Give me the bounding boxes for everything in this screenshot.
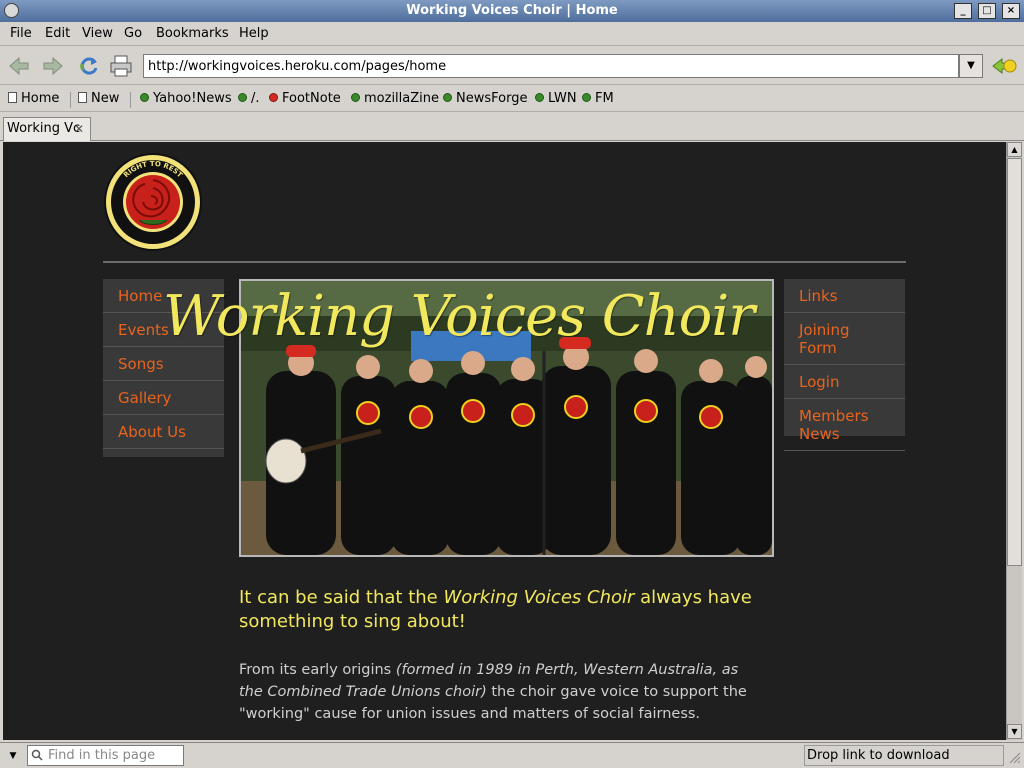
choir-rose-logo[interactable]: RIGHT TO REST xyxy=(103,152,203,252)
scroll-thumb[interactable] xyxy=(1007,158,1022,566)
back-arrow-icon[interactable] xyxy=(6,53,32,79)
page-icon xyxy=(8,92,17,103)
tab-label: Working Vc xyxy=(7,121,81,136)
forward-arrow-icon[interactable] xyxy=(40,53,66,79)
scroll-down-arrow-icon[interactable]: ▼ xyxy=(1007,724,1022,739)
feed-icon xyxy=(238,93,247,102)
site-headline: Working Voices Choir xyxy=(163,284,755,349)
window-title: Working Voices Choir | Home xyxy=(406,3,618,18)
go-icon[interactable] xyxy=(990,54,1018,78)
close-window-button[interactable]: × xyxy=(1002,3,1020,19)
bookmark-fm[interactable]: FM xyxy=(582,91,614,106)
menu-bookmarks[interactable]: Bookmarks xyxy=(156,26,229,41)
reload-icon[interactable] xyxy=(76,53,102,79)
nav-login-link[interactable]: Login xyxy=(784,365,905,399)
url-input[interactable] xyxy=(143,54,959,78)
find-bar-toggle-icon[interactable]: ▼ xyxy=(2,746,24,766)
feed-icon xyxy=(443,93,452,102)
window-titlebar: Working Voices Choir | Home _ □ × xyxy=(0,0,1024,22)
feed-icon xyxy=(351,93,360,102)
status-bar: ▼ Find in this page Drop link to downloa… xyxy=(0,742,1024,768)
nav-gallery-link[interactable]: Gallery xyxy=(103,381,224,415)
right-nav-menu: Links Joining Form Login Members News xyxy=(784,279,905,451)
intro-body: From its early origins (formed in 1989 i… xyxy=(239,662,747,722)
feed-icon xyxy=(582,93,591,102)
vertical-scrollbar[interactable]: ▲ ▼ xyxy=(1006,142,1022,740)
maximize-button[interactable]: □ xyxy=(978,3,996,19)
minimize-button[interactable]: _ xyxy=(954,3,972,19)
menu-go[interactable]: Go xyxy=(124,26,142,41)
feed-icon xyxy=(269,93,278,102)
nav-links-link[interactable]: Links xyxy=(784,279,905,313)
tab-working-voices[interactable]: Working Vc ✕ xyxy=(3,117,91,141)
close-tab-icon[interactable]: ✕ xyxy=(74,123,87,136)
bookmark-new[interactable]: New xyxy=(78,91,119,106)
intro-lead: It can be said that the Working Voices C… xyxy=(239,587,752,632)
feed-icon xyxy=(535,93,544,102)
bookmark-newsforge[interactable]: NewsForge xyxy=(443,91,527,106)
bookmark-mozillazine[interactable]: mozillaZine xyxy=(351,91,439,106)
menu-view[interactable]: View xyxy=(82,26,113,41)
menu-file[interactable]: File xyxy=(10,26,32,41)
url-history-dropdown[interactable]: ▼ xyxy=(959,54,983,78)
find-in-page-input[interactable]: Find in this page xyxy=(27,745,184,766)
bookmark-lwn[interactable]: LWN xyxy=(535,91,577,106)
find-placeholder: Find in this page xyxy=(48,748,156,763)
page-icon xyxy=(78,92,87,103)
bookmark-yahoo-news[interactable]: Yahoo!News xyxy=(140,91,232,106)
nav-songs-link[interactable]: Songs xyxy=(103,347,224,381)
bookmark-footnote[interactable]: FootNote xyxy=(269,91,341,106)
bookmark-slashdot[interactable]: /. xyxy=(238,91,260,106)
nav-members-news-link[interactable]: Members News xyxy=(784,399,905,451)
nav-about-us-link[interactable]: About Us xyxy=(103,415,224,449)
bookmark-separator xyxy=(130,92,131,108)
menu-help[interactable]: Help xyxy=(239,26,269,41)
resize-grip-icon[interactable] xyxy=(1006,747,1022,765)
page-viewport: RIGHT TO REST Home Events Songs Gallery … xyxy=(3,142,1006,740)
feed-icon xyxy=(140,93,149,102)
menubar: File Edit View Go Bookmarks Help xyxy=(0,22,1024,46)
tab-strip: Working Vc ✕ xyxy=(0,113,1024,141)
header-divider xyxy=(103,261,906,263)
menu-edit[interactable]: Edit xyxy=(45,26,70,41)
bookmark-home[interactable]: Home xyxy=(8,91,59,106)
nav-joining-form-link[interactable]: Joining Form xyxy=(784,313,905,365)
status-text: Drop link to download xyxy=(804,745,1004,766)
magnifier-icon xyxy=(31,749,43,761)
print-icon[interactable] xyxy=(108,53,134,79)
bookmark-separator xyxy=(70,92,71,108)
bookmarks-toolbar: Home New Yahoo!News /. FootNote mozillaZ… xyxy=(0,86,1024,112)
scroll-up-arrow-icon[interactable]: ▲ xyxy=(1007,142,1022,157)
